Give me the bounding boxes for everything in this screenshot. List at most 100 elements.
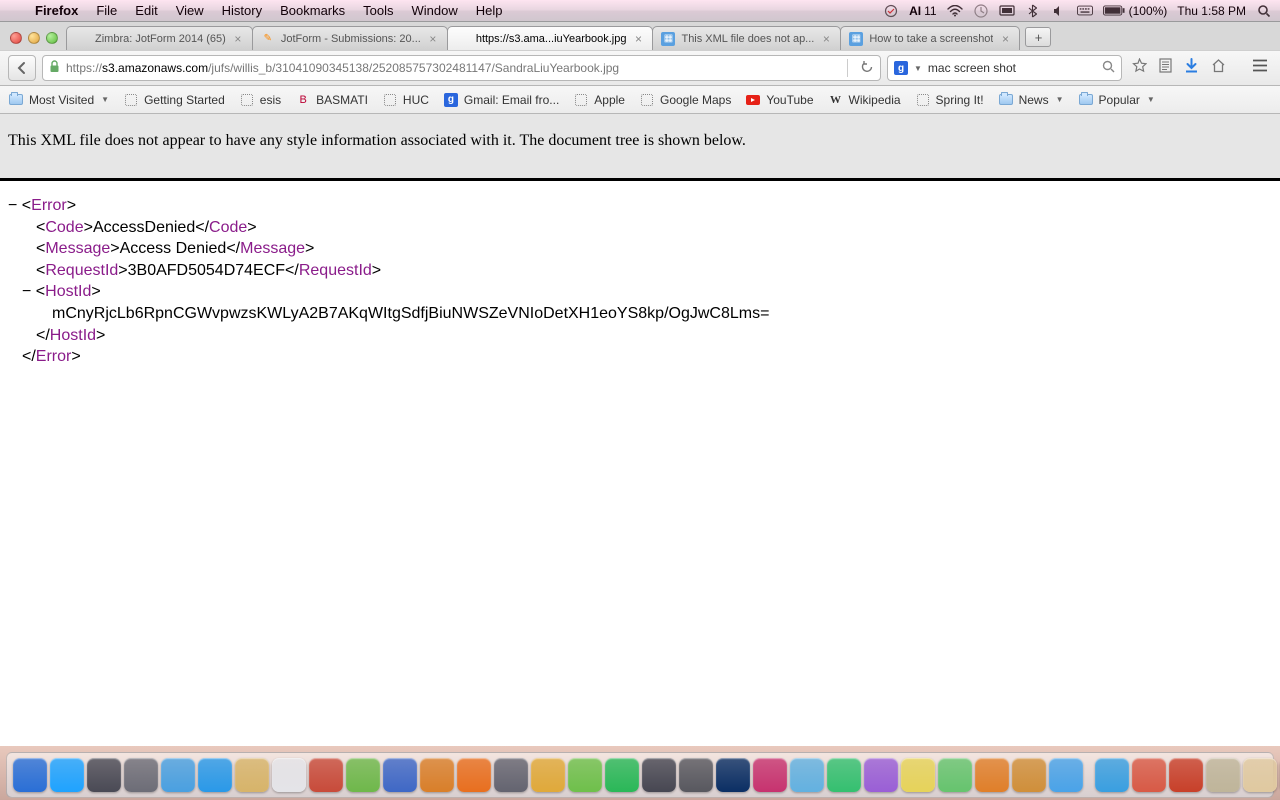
volume-icon[interactable] [1051,3,1067,19]
folder-icon [1078,92,1094,108]
bookmark-item[interactable]: News▼ [998,92,1064,108]
tab-close-icon[interactable]: × [427,33,439,45]
clock[interactable]: Thu 1:58 PM [1177,4,1246,18]
reader-icon[interactable] [1159,58,1172,78]
folder-icon [998,92,1014,108]
dock-app[interactable] [235,758,269,792]
dock-app[interactable] [420,758,454,792]
dock-app[interactable] [161,758,195,792]
menu-bookmarks[interactable]: Bookmarks [271,0,354,22]
back-button[interactable] [8,55,36,81]
bookmark-item[interactable]: Getting Started [123,92,225,108]
home-icon[interactable] [1211,58,1226,78]
wifi-icon[interactable] [947,3,963,19]
dock-app[interactable] [1206,758,1240,792]
menubar-right: AI11 (100%) Thu 1:58 PM [883,3,1272,19]
dock-app[interactable] [457,758,491,792]
dock-app[interactable] [1095,758,1129,792]
menu-history[interactable]: History [213,0,271,22]
dock-app[interactable] [50,758,84,792]
dock-app[interactable] [605,758,639,792]
dock-app[interactable] [642,758,676,792]
dock-app[interactable] [864,758,898,792]
url-bar[interactable]: https://s3.amazonaws.com/jufs/willis_b/3… [42,55,881,81]
reload-button[interactable] [860,60,874,77]
dock-app[interactable] [753,758,787,792]
dock-app[interactable] [790,758,824,792]
menu-window[interactable]: Window [403,0,467,22]
dock-app[interactable] [124,758,158,792]
menu-file[interactable]: File [87,0,126,22]
new-tab-button[interactable]: + [1025,27,1051,47]
dock-app[interactable] [827,758,861,792]
dock-app[interactable] [1132,758,1166,792]
status-icon[interactable] [883,3,899,19]
dock-app[interactable] [383,758,417,792]
dock-app[interactable] [346,758,380,792]
display-icon[interactable] [999,3,1015,19]
keyboard-icon[interactable] [1077,3,1093,19]
dock-app[interactable] [494,758,528,792]
menu-tools[interactable]: Tools [354,0,402,22]
bluetooth-icon[interactable] [1025,3,1041,19]
dock-app[interactable] [1243,758,1277,792]
menu-help[interactable]: Help [467,0,512,22]
app-name[interactable]: Firefox [26,0,87,22]
bookmark-item[interactable]: YouTube [745,92,813,108]
downloads-icon[interactable] [1184,58,1199,78]
search-engine-dropdown-icon[interactable]: ▼ [914,64,922,73]
dock-app[interactable] [1169,758,1203,792]
dock-app[interactable] [1049,758,1083,792]
dock-app[interactable] [716,758,750,792]
search-bar[interactable]: g ▼ mac screen shot [887,55,1122,81]
browser-tab[interactable]: Zimbra: JotForm 2014 (65)× [66,26,253,50]
bookmarks-bar: Most Visited▼ Getting Started esis BBASMATI… [0,86,1280,114]
tab-close-icon[interactable]: × [999,33,1011,45]
bookmark-item[interactable]: WWikipedia [828,92,901,108]
dock-app[interactable] [975,758,1009,792]
bookmark-item[interactable]: HUC [382,92,429,108]
tab-close-icon[interactable]: × [232,33,244,45]
tab-title: This XML file does not ap... [681,33,814,45]
bookmark-item[interactable]: BBASMATI [295,92,368,108]
search-go-icon[interactable] [1102,60,1115,76]
adobe-indicator[interactable]: AI11 [909,4,936,18]
window-zoom-button[interactable] [46,32,58,44]
dock-app[interactable] [198,758,232,792]
tab-close-icon[interactable]: × [632,33,644,45]
collapse-toggle[interactable]: − [22,283,36,300]
bookmark-item[interactable]: Most Visited▼ [8,92,109,108]
bookmark-item[interactable]: Google Maps [639,92,731,108]
window-close-button[interactable] [10,32,22,44]
collapse-toggle[interactable]: − [8,197,22,214]
bookmark-item[interactable]: Popular▼ [1078,92,1155,108]
dock-app[interactable] [679,758,713,792]
browser-tab[interactable]: ✎JotForm - Submissions: 20...× [252,26,448,50]
dock-app[interactable] [87,758,121,792]
dock-app[interactable] [568,758,602,792]
bookmark-item[interactable]: esis [239,92,281,108]
dock-app[interactable] [1012,758,1046,792]
timemachine-icon[interactable] [973,3,989,19]
bookmark-item[interactable]: gGmail: Email fro... [443,92,559,108]
bookmark-item[interactable]: Spring It! [915,92,984,108]
xml-info-banner: This XML file does not appear to have an… [0,114,1280,181]
dock-app[interactable] [309,758,343,792]
dock-app[interactable] [938,758,972,792]
dock-app[interactable] [272,758,306,792]
dock-app[interactable] [531,758,565,792]
dock-app[interactable] [13,758,47,792]
bookmark-item[interactable]: Apple [573,92,625,108]
browser-tab[interactable]: https://s3.ama...iuYearbook.jpg× [447,26,654,50]
dock-app[interactable] [901,758,935,792]
tab-close-icon[interactable]: × [820,33,832,45]
battery-indicator[interactable]: (100%) [1103,4,1168,18]
bookmark-star-icon[interactable] [1132,58,1147,78]
menu-edit[interactable]: Edit [126,0,166,22]
hamburger-menu-icon[interactable] [1252,59,1268,77]
spotlight-icon[interactable] [1256,3,1272,19]
browser-tab[interactable]: ▦This XML file does not ap...× [652,26,841,50]
window-minimize-button[interactable] [28,32,40,44]
browser-tab[interactable]: ▦How to take a screenshot× [840,26,1020,50]
menu-view[interactable]: View [167,0,213,22]
